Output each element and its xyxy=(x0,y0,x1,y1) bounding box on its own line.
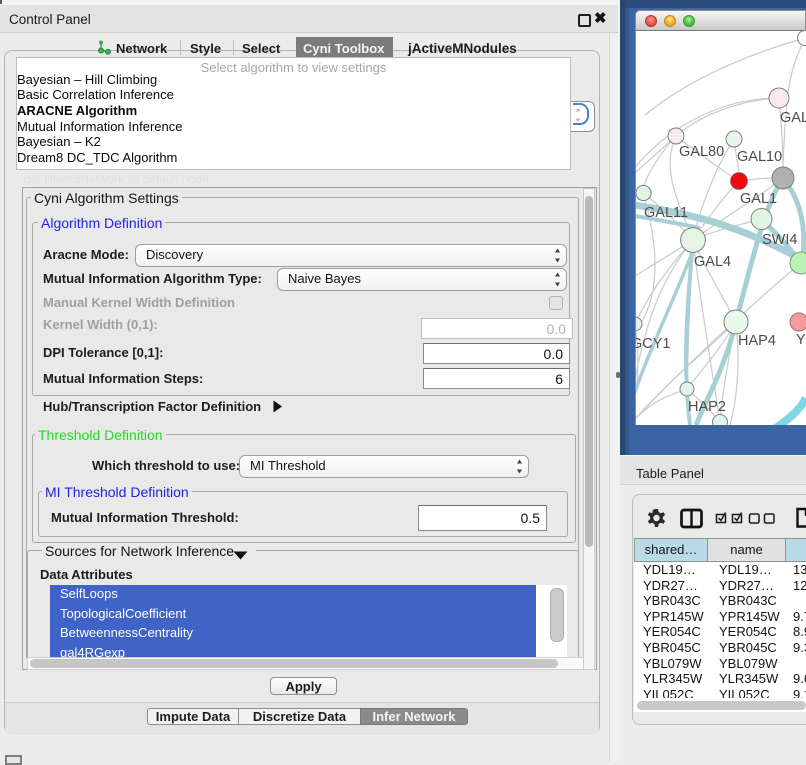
svg-text:GAL11: GAL11 xyxy=(644,205,688,221)
svg-text:GAL4: GAL4 xyxy=(694,254,731,270)
svg-text:HAP4: HAP4 xyxy=(738,333,776,349)
svg-text:GCY1: GCY1 xyxy=(636,336,671,352)
svg-text:SWI4: SWI4 xyxy=(762,232,797,248)
svg-text:GAL80: GAL80 xyxy=(679,144,724,160)
svg-text:GAL: GAL xyxy=(780,110,806,126)
svg-text:HAP2: HAP2 xyxy=(688,399,726,415)
svg-text:GAL1: GAL1 xyxy=(740,191,777,207)
svg-text:Y: Y xyxy=(796,332,806,348)
svg-text:GAL10: GAL10 xyxy=(737,149,782,165)
